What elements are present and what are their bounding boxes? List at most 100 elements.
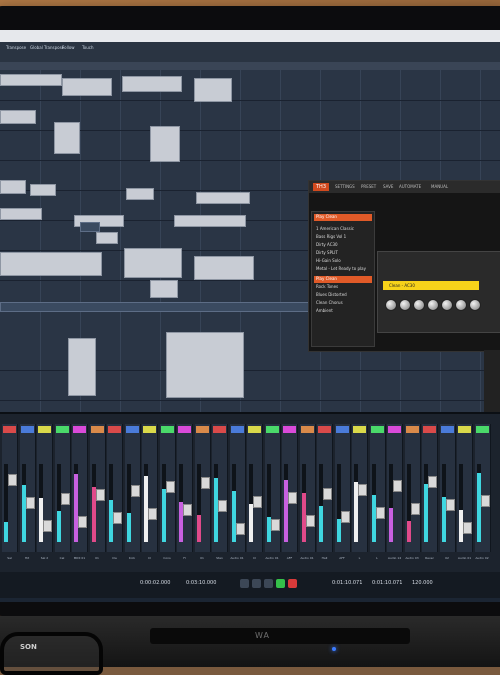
volume-fader[interactable] [340, 511, 350, 523]
channel-strip[interactable]: Stan [212, 424, 228, 560]
preset-item[interactable]: Bass Rigs Vol 1 [314, 234, 372, 241]
amp-knob[interactable] [427, 299, 439, 311]
volume-fader[interactable] [410, 503, 420, 515]
channel-strip[interactable]: 01 [89, 424, 106, 560]
volume-fader[interactable] [463, 522, 472, 534]
volume-fader[interactable] [428, 476, 437, 488]
channel-color-tag[interactable] [160, 426, 174, 433]
channel-strip[interactable]: Audio 01 [299, 424, 316, 560]
midi-clip[interactable] [174, 215, 246, 227]
midi-clip[interactable] [194, 78, 232, 102]
midi-clip[interactable] [126, 188, 154, 200]
channel-color-tag[interactable] [3, 426, 16, 433]
midi-clip[interactable] [122, 76, 182, 92]
preset-browser[interactable]: Play Clean 1 American Classic Bass Rigs … [311, 211, 375, 347]
channel-color-tag[interactable] [283, 426, 296, 433]
volume-fader[interactable] [480, 495, 490, 507]
volume-fader[interactable] [305, 515, 315, 527]
audio-clip[interactable] [124, 248, 182, 278]
channel-strip[interactable]: L [369, 424, 386, 560]
channel-strip[interactable]: Hall [317, 424, 333, 560]
channel-color-tag[interactable] [195, 426, 209, 433]
channel-strip[interactable]: Cl [142, 424, 158, 560]
plugin-menu-automate[interactable]: AUTOMATE [399, 184, 421, 189]
channel-color-tag[interactable] [335, 426, 349, 433]
channel-strip[interactable]: Fl [177, 424, 193, 560]
channel-color-tag[interactable] [125, 426, 139, 433]
forward-button[interactable] [252, 579, 261, 588]
midi-clip[interactable] [54, 122, 80, 154]
channel-strip[interactable]: Cle [107, 424, 123, 560]
plugin-menu-settings[interactable]: SETTINGS [335, 184, 355, 189]
channel-color-tag[interactable] [20, 426, 34, 433]
amp-knob[interactable] [413, 299, 425, 311]
channel-strip[interactable]: Audio 01 [457, 424, 473, 560]
midi-clip[interactable] [0, 74, 62, 86]
amp-knob[interactable] [385, 299, 397, 311]
channel-color-tag[interactable] [423, 426, 436, 433]
preset-item[interactable]: Blues Distorted [314, 292, 372, 299]
channel-strip[interactable]: Cl [247, 424, 263, 560]
plugin-menu-preset[interactable]: PRESET [361, 184, 376, 189]
channel-strip[interactable]: Audio 14 [387, 424, 403, 560]
channel-strip[interactable]: Sal [2, 424, 18, 560]
volume-fader[interactable] [165, 481, 175, 493]
channel-strip[interactable]: AFF [282, 424, 298, 560]
channel-color-tag[interactable] [405, 426, 419, 433]
amp-knob[interactable] [455, 299, 467, 311]
volume-fader[interactable] [183, 504, 192, 516]
channel-strip[interactable]: Cons [159, 424, 176, 560]
stop-button[interactable] [264, 579, 273, 588]
channel-color-tag[interactable] [73, 426, 86, 433]
audio-clip[interactable] [194, 256, 254, 280]
volume-fader[interactable] [113, 512, 122, 524]
rewind-button[interactable] [240, 579, 249, 588]
volume-fader[interactable] [200, 477, 210, 489]
volume-fader[interactable] [288, 492, 297, 504]
channel-strip[interactable]: L [352, 424, 368, 560]
channel-color-tag[interactable] [248, 426, 261, 433]
preset-title[interactable]: Play Clean [314, 214, 372, 221]
record-button[interactable] [288, 579, 297, 588]
plugin-menu-manual[interactable]: MANUAL [431, 184, 448, 189]
midi-clip[interactable] [96, 232, 118, 244]
channel-strip[interactable]: Sal 2 [37, 424, 53, 560]
volume-fader[interactable] [78, 516, 87, 528]
midi-clip[interactable] [68, 338, 96, 396]
preset-item[interactable]: 1 American Classic [314, 226, 372, 233]
channel-color-tag[interactable] [178, 426, 191, 433]
preset-item[interactable]: Rock Tones [314, 284, 372, 291]
preset-item[interactable]: Dirty SPLIT [314, 250, 372, 257]
channel-color-tag[interactable] [440, 426, 454, 433]
volume-fader[interactable] [130, 485, 140, 497]
channel-strip[interactable]: 01 [194, 424, 211, 560]
volume-fader[interactable] [60, 493, 70, 505]
channel-color-tag[interactable] [230, 426, 244, 433]
timeline-ruler[interactable] [0, 62, 500, 70]
amp-plugin-window[interactable]: TH3 SETTINGS PRESET SAVE AUTOMATE MANUAL… [308, 180, 500, 352]
channel-color-tag[interactable] [265, 426, 279, 433]
volume-fader[interactable] [218, 500, 227, 512]
amp-knob[interactable] [469, 299, 481, 311]
channel-color-tag[interactable] [475, 426, 489, 433]
channel-strip[interactable]: Audio 01 [229, 424, 246, 560]
midi-clip[interactable] [0, 110, 36, 124]
play-button[interactable] [276, 579, 285, 588]
channel-color-tag[interactable] [370, 426, 384, 433]
midi-clip[interactable] [150, 126, 180, 162]
channel-strip[interactable]: Rever [422, 424, 438, 560]
channel-color-tag[interactable] [108, 426, 121, 433]
channel-color-tag[interactable] [318, 426, 331, 433]
channel-color-tag[interactable] [90, 426, 104, 433]
volume-fader[interactable] [358, 484, 367, 496]
midi-clip[interactable] [166, 332, 244, 398]
channel-color-tag[interactable] [388, 426, 401, 433]
volume-fader[interactable] [323, 488, 332, 500]
volume-fader[interactable] [253, 496, 262, 508]
preset-item[interactable]: Metal - Let Ready to play [314, 266, 372, 273]
midi-clip[interactable] [0, 180, 26, 194]
channel-strip[interactable]: Audio 02 [474, 424, 491, 560]
volume-fader[interactable] [270, 519, 280, 531]
channel-strip[interactable]: Hit [19, 424, 36, 560]
preset-item[interactable]: Hi-Gain Solo [314, 258, 372, 265]
